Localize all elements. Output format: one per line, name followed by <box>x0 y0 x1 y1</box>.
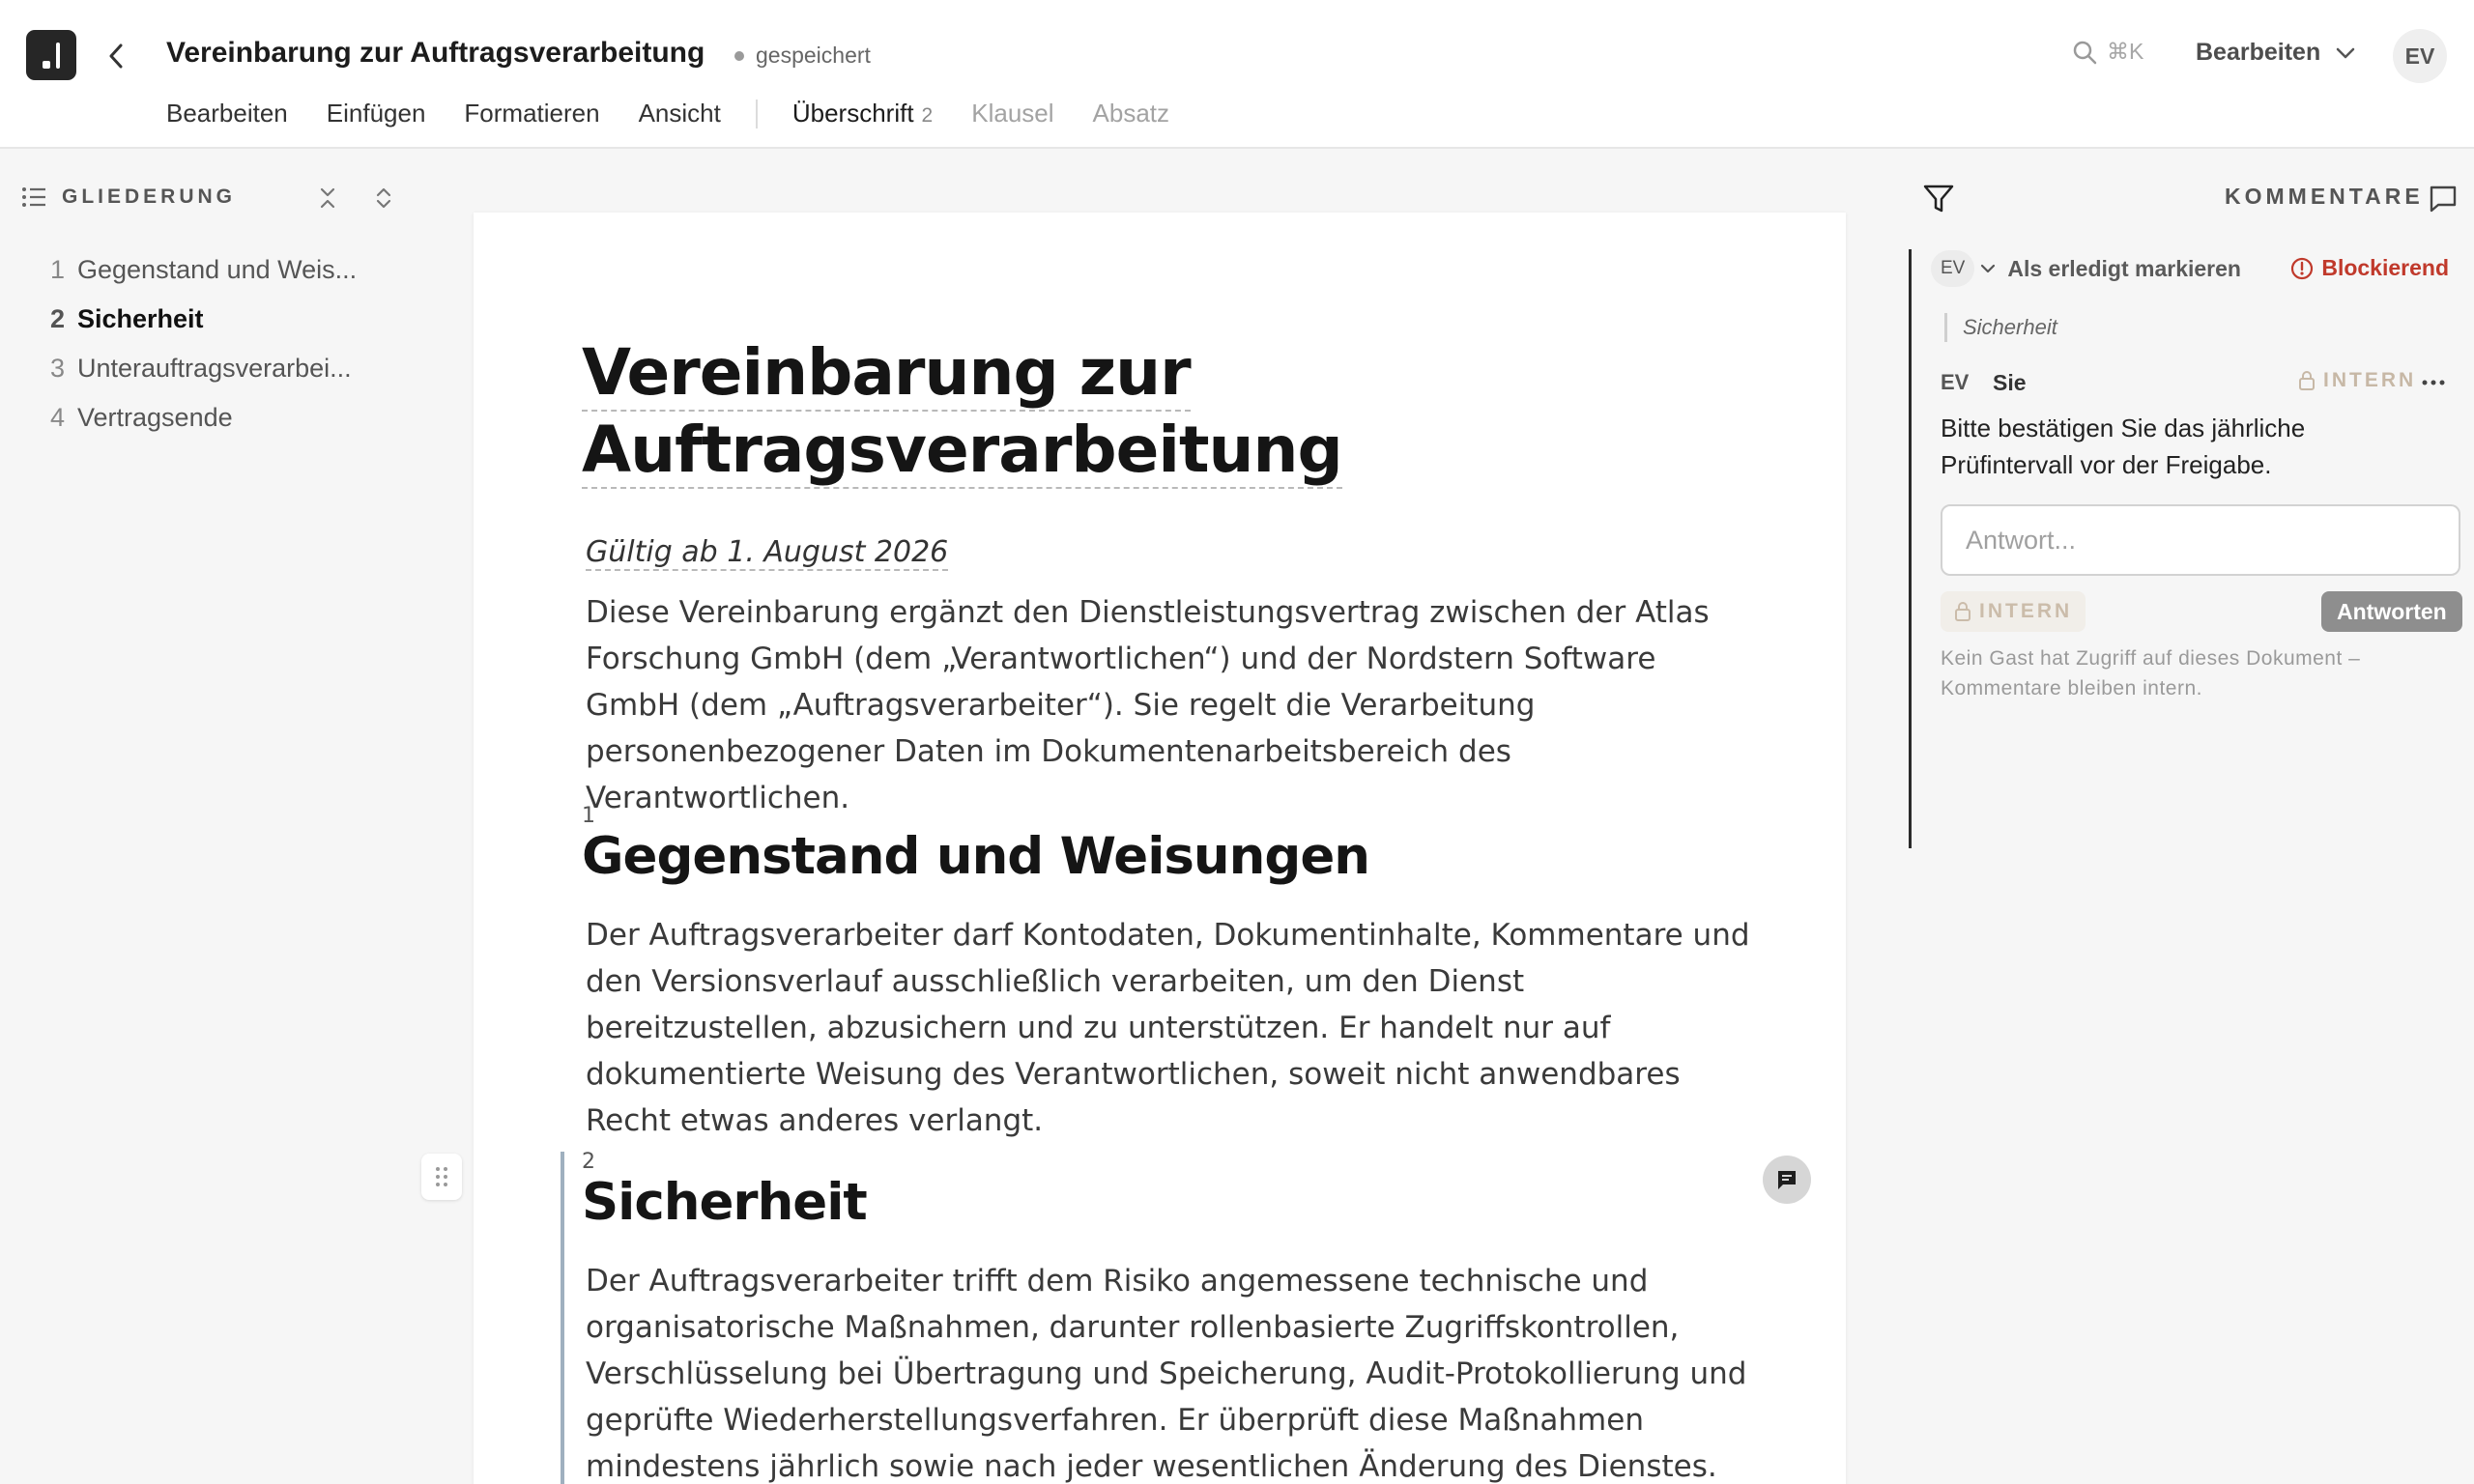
search-icon <box>2073 41 2097 64</box>
chevron-down-icon <box>1981 264 1996 273</box>
document-heading-line1: Vereinbarung zur <box>582 335 1192 412</box>
back-button[interactable] <box>101 37 131 75</box>
menu-bar: Bearbeiten Einfügen Formatieren Ansicht … <box>166 99 1208 128</box>
lock-icon <box>2299 371 2315 390</box>
outline-item[interactable]: 1 Gegenstand und Weis... <box>50 245 357 295</box>
outline-item-number: 4 <box>50 403 66 432</box>
context-paragraph[interactable]: Absatz <box>1093 99 1170 128</box>
access-notice: Kein Gast hat Zugriff auf dieses Dokumen… <box>1941 647 2361 699</box>
mode-dropdown[interactable]: Bearbeiten <box>2196 39 2355 67</box>
active-section-indicator <box>561 1152 564 1484</box>
blocking-label: Blockierend <box>2321 255 2449 280</box>
reply-visibility-toggle[interactable]: INTERN <box>1941 591 2086 632</box>
comment-marker[interactable] <box>1763 1156 1811 1204</box>
mode-label: Bearbeiten <box>2196 39 2321 66</box>
app-logo[interactable] <box>26 30 76 80</box>
blocking-badge[interactable]: Blockierend <box>2290 255 2449 281</box>
collapse-icon <box>320 187 335 209</box>
reply-visibility-label: INTERN <box>1979 600 2073 622</box>
more-horizontal-icon <box>2422 380 2445 385</box>
assignee-dropdown[interactable] <box>1980 264 1996 273</box>
drag-grip-icon <box>436 1167 447 1186</box>
visibility-badge: INTERN <box>2298 369 2416 392</box>
outline-item-number: 3 <box>50 354 66 383</box>
comments-panel: KOMMENTARE EV Als erledigt markieren Blo… <box>1894 151 2474 1484</box>
chevron-left-icon <box>109 43 123 69</box>
more-options-button[interactable] <box>2414 365 2453 400</box>
outline-item[interactable]: 3 Unterauftragsverarbei... <box>50 344 357 393</box>
user-avatar[interactable]: EV <box>2393 29 2447 83</box>
outline-item-label: Sicherheit <box>77 304 204 333</box>
document-page[interactable]: Vereinbarung zur Auftragsverarbeitung Gü… <box>474 213 1846 1484</box>
reply-input[interactable] <box>1941 504 2460 576</box>
menu-insert[interactable]: Einfügen <box>327 99 426 128</box>
assignee-chip[interactable]: EV <box>1931 250 1975 287</box>
menu-divider <box>755 99 758 128</box>
reply-button[interactable]: Antworten <box>2321 591 2462 632</box>
save-status-label: gespeichert <box>756 43 871 68</box>
author-name: Sie <box>1993 369 2027 395</box>
expand-icon <box>376 187 391 209</box>
comment-body: Bitte bestätigen Sie das jährliche Prüfi… <box>1941 414 2306 479</box>
comment-bubble-icon <box>1778 1171 1796 1189</box>
outline-item-label: Gegenstand und Weis... <box>77 255 358 284</box>
outline-title: GLIEDERUNG <box>62 186 237 208</box>
filter-icon <box>1923 185 1954 213</box>
section-paragraph[interactable]: Der Auftragsverarbeiter trifft dem Risik… <box>586 1258 1755 1484</box>
context-heading[interactable]: Überschrift 2 <box>792 99 933 128</box>
outline-list: 1 Gegenstand und Weis... 2 Sicherheit 3 Unt… <box>50 245 357 442</box>
expand-all-button[interactable] <box>367 182 400 214</box>
document-title[interactable]: Vereinbarung zur Auftragsverarbeitung <box>166 37 705 70</box>
save-status: gespeichert <box>734 43 871 69</box>
status-dot-icon <box>734 50 744 61</box>
context-clause[interactable]: Klausel <box>971 99 1053 128</box>
valid-from-date[interactable]: Gültig ab 1. August 2026 <box>586 535 949 571</box>
collapse-all-button[interactable] <box>311 182 344 214</box>
section-heading[interactable]: Gegenstand und Weisungen <box>582 827 1370 886</box>
outline-item-active[interactable]: 2 Sicherheit <box>50 295 357 344</box>
outline-item[interactable]: 4 Vertragsende <box>50 393 357 442</box>
comment-author-row: EV Sie INTERN <box>1941 363 2453 402</box>
thread-toolbar: EV Als erledigt markieren Blockierend <box>1931 249 2453 288</box>
outline-item-label: Vertragsende <box>77 403 233 432</box>
outline-item-number: 1 <box>50 255 66 284</box>
outline-sidebar: GLIEDERUNG 1 Gegenstand und Weis... 2 Sich… <box>0 151 416 1484</box>
author-initials: EV <box>1941 370 1970 394</box>
document-heading[interactable]: Vereinbarung zur Auftragsverarbeitung <box>582 334 1343 489</box>
filter-button[interactable] <box>1919 180 1958 218</box>
drag-handle[interactable] <box>421 1154 462 1200</box>
app-header: Vereinbarung zur Auftragsverarbeitung ge… <box>0 0 2474 149</box>
menu-format[interactable]: Formatieren <box>464 99 599 128</box>
intro-paragraph[interactable]: Diese Vereinbarung ergänzt den Dienstlei… <box>586 589 1755 821</box>
search-button[interactable]: ⌘K <box>2072 39 2143 65</box>
quoted-anchor[interactable]: Sicherheit <box>1944 313 2057 342</box>
list-icon <box>22 187 45 207</box>
outline-header: GLIEDERUNG <box>21 186 408 209</box>
context-heading-label: Überschrift <box>791 99 914 128</box>
section-paragraph[interactable]: Der Auftragsverarbeiter darf Kontodaten,… <box>586 912 1755 1144</box>
chevron-down-icon <box>2336 47 2355 58</box>
comment-thread: EV Als erledigt markieren Blockierend Si… <box>1909 249 2469 848</box>
comments-title: KOMMENTARE <box>2225 184 2424 209</box>
menu-edit[interactable]: Bearbeiten <box>166 99 288 128</box>
section-number: 1 <box>582 804 595 828</box>
new-comment-button[interactable] <box>2424 180 2462 218</box>
document-heading-line2: Auftragsverarbeitung <box>582 413 1343 489</box>
menu-view[interactable]: Ansicht <box>639 99 721 128</box>
comment-icon <box>2430 186 2457 213</box>
section-number: 2 <box>582 1150 595 1174</box>
outline-item-number: 2 <box>50 304 66 333</box>
resolve-button[interactable]: Als erledigt markieren <box>2007 256 2241 282</box>
section-heading-active[interactable]: Sicherheit <box>582 1173 868 1232</box>
lock-icon <box>1955 602 1971 621</box>
visibility-label: INTERN <box>2323 369 2417 391</box>
alert-circle-icon <box>2291 257 2314 279</box>
heading-level-badge: 2 <box>921 104 934 127</box>
search-shortcut: ⌘K <box>2107 39 2144 64</box>
outline-item-label: Unterauftragsverarbei... <box>77 354 352 383</box>
